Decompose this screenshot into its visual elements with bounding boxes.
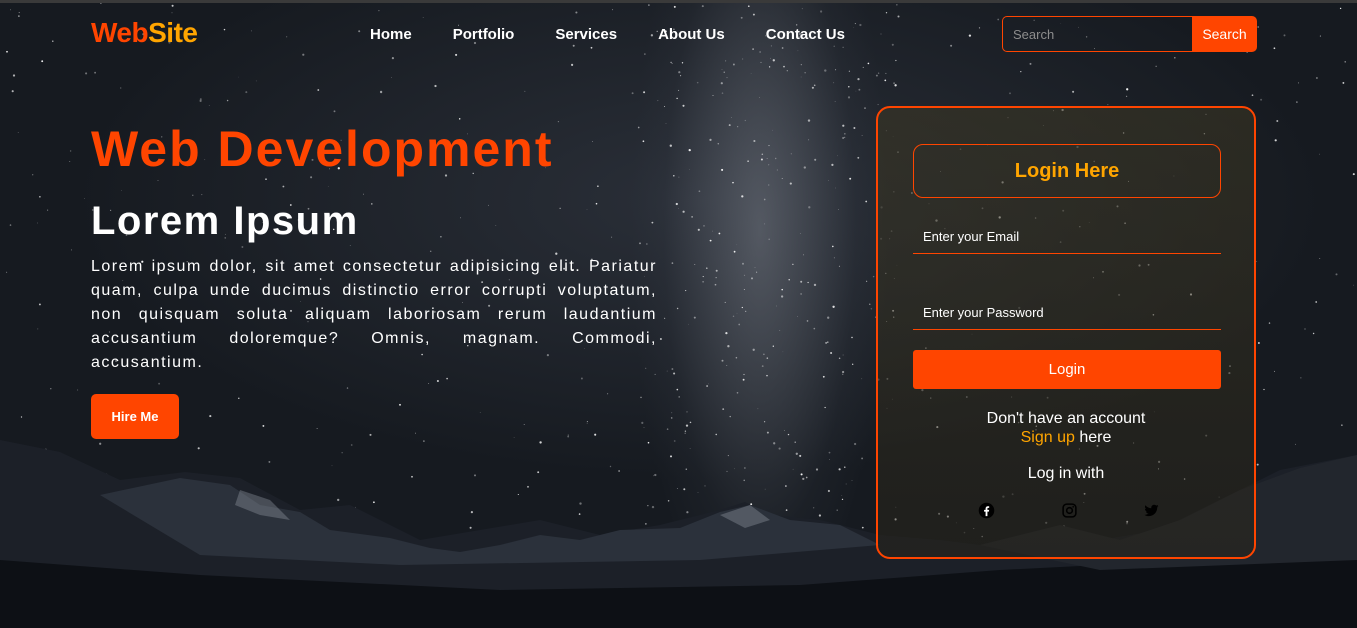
login-title: Login Here bbox=[913, 144, 1221, 198]
email-field[interactable] bbox=[913, 220, 1221, 254]
instagram-icon[interactable] bbox=[1061, 502, 1078, 519]
login-with-label: Log in with bbox=[1027, 465, 1105, 482]
social-login-icons bbox=[978, 502, 1160, 519]
hero-description: Lorem ipsum dolor, sit amet consectetur … bbox=[91, 258, 657, 371]
nav-contact-us[interactable]: Contact Us bbox=[766, 26, 845, 43]
signup-prompt: Don't have an account Sign up here bbox=[878, 409, 1254, 447]
hero-subtitle: Lorem Ipsum bbox=[91, 199, 359, 243]
search-button[interactable]: Search bbox=[1192, 16, 1257, 52]
password-field[interactable] bbox=[913, 296, 1221, 330]
nav-portfolio[interactable]: Portfolio bbox=[453, 26, 515, 43]
nav-home[interactable]: Home bbox=[370, 26, 412, 43]
search-bar: Search bbox=[1002, 16, 1257, 52]
main-nav: Home Portfolio Services About Us Contact… bbox=[370, 26, 886, 43]
logo-part-web: Web bbox=[91, 17, 149, 48]
hero-title: Web Development bbox=[91, 121, 554, 177]
nav-about-us[interactable]: About Us bbox=[658, 26, 725, 43]
login-form: Login Here Login Don't have an account S… bbox=[876, 106, 1256, 559]
nav-services[interactable]: Services bbox=[555, 26, 617, 43]
search-input[interactable] bbox=[1002, 16, 1192, 52]
site-logo[interactable]: WebSite bbox=[91, 17, 198, 49]
twitter-icon[interactable] bbox=[1143, 502, 1160, 519]
signup-link[interactable]: Sign up bbox=[1021, 429, 1075, 446]
logo-part-site: Site bbox=[148, 17, 198, 48]
signup-suffix: here bbox=[1074, 429, 1112, 446]
login-button[interactable]: Login bbox=[913, 350, 1221, 389]
page: WebSite Home Portfolio Services About Us… bbox=[0, 0, 1357, 628]
facebook-icon[interactable] bbox=[978, 502, 995, 519]
hire-me-button[interactable]: Hire Me bbox=[91, 394, 179, 439]
no-account-text: Don't have an account bbox=[986, 410, 1146, 427]
